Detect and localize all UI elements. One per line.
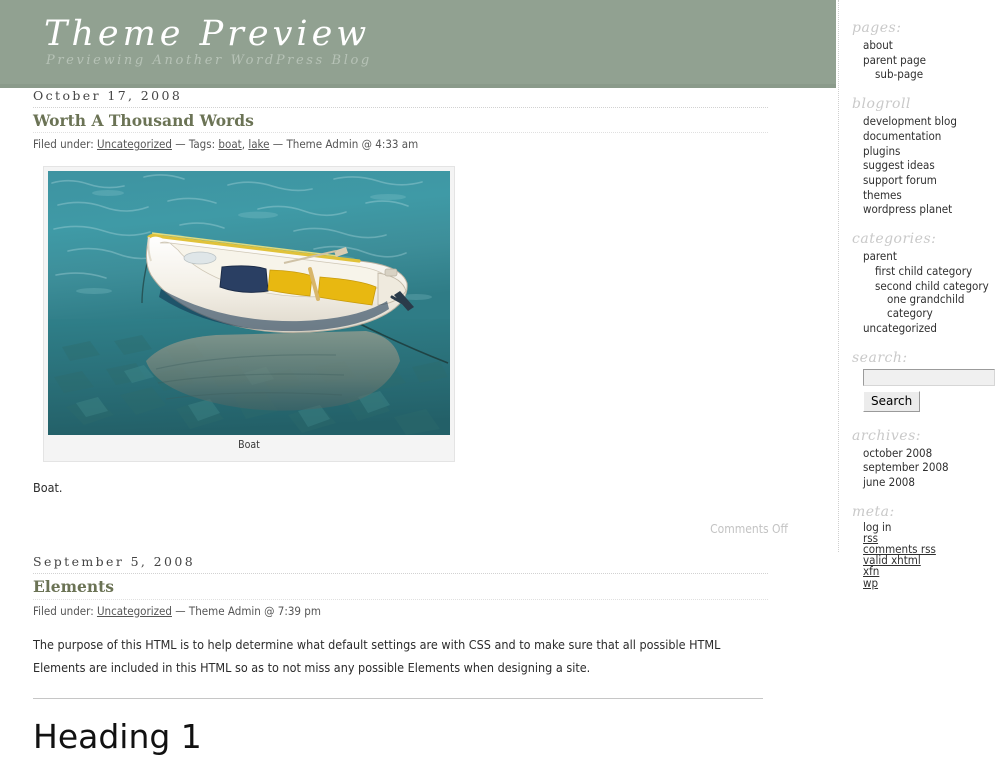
sidebar-heading-blogroll: blogroll (852, 96, 911, 113)
sidebar-link-october-2008[interactable]: october 2008 (863, 446, 932, 460)
list-item[interactable]: log in (863, 521, 1000, 533)
date-divider (33, 573, 768, 575)
sidebar-link-suggest-ideas[interactable]: suggest ideas (863, 158, 935, 172)
meta-separator-1: — (175, 603, 186, 618)
sidebar-link-first-child-category[interactable]: first child category (875, 264, 972, 278)
sidebar-link-documentation[interactable]: documentation (863, 129, 941, 143)
image-caption-text: Boat (238, 439, 260, 452)
list-item[interactable]: uncategorized (863, 321, 1000, 336)
list-item[interactable]: plugins (863, 144, 1000, 159)
date-divider (33, 107, 768, 108)
list-item[interactable]: valid xhtml (863, 554, 1000, 566)
list-item[interactable]: themes (863, 188, 1000, 203)
list-item[interactable]: wordpress planet (863, 202, 1000, 217)
sidebar-list-meta: log in rss comments rss valid xhtml xfn … (852, 521, 1000, 590)
sidebar-link-second-child-category[interactable]: second child category (875, 279, 989, 293)
sidebar-list-blogroll: development blog documentation plugins s… (852, 114, 1000, 217)
tags-label: Tags: (188, 137, 216, 152)
site-header: Theme Preview Previewing Another WordPre… (0, 0, 836, 88)
sidebar-list-categories: parent first child category second child… (852, 249, 1000, 335)
sidebar-link-support-forum[interactable]: support forum (863, 173, 937, 187)
sidebar-link-june-2008[interactable]: june 2008 (863, 475, 915, 489)
sidebar-link-themes[interactable]: themes (863, 188, 902, 202)
sidebar: pages: about parent page sub-page blogro… (838, 0, 1000, 588)
list-item[interactable]: documentation (863, 129, 1000, 144)
search-input[interactable] (863, 368, 995, 386)
list-item[interactable]: september 2008 (863, 460, 1000, 475)
site-description: Previewing Another WordPress Blog (46, 53, 372, 68)
sidebar-section-search: search: Search (839, 350, 1000, 412)
boat-photo-graphic (48, 171, 450, 436)
sidebar-heading-categories: categories: (852, 231, 937, 248)
list-item[interactable]: sub-page (863, 67, 1000, 82)
title-divider (33, 598, 768, 600)
post-date: September 5, 2008 (33, 554, 196, 570)
meta-separator-2: — (272, 137, 284, 152)
sidebar-list-archives: october 2008 september 2008 june 2008 (852, 446, 1000, 490)
category-link-uncategorized[interactable]: Uncategorized (97, 137, 172, 151)
site-title: Theme Preview (44, 14, 371, 54)
sidebar-link-plugins[interactable]: plugins (863, 144, 900, 158)
post-body: Boat. (33, 480, 63, 496)
tag-comma: , (241, 137, 246, 152)
sidebar-link-one-grandchild-category[interactable]: one grandchild category (887, 292, 964, 320)
post-title[interactable]: Worth A Thousand Words (33, 111, 833, 132)
post-elements: September 5, 2008 Elements Filed under: … (33, 554, 833, 756)
list-item[interactable]: one grandchild category (863, 292, 1000, 321)
sidebar-link-development-blog[interactable]: development blog (863, 114, 957, 128)
list-item[interactable]: parent (863, 249, 1000, 264)
list-item[interactable]: xfn (863, 566, 1000, 578)
sidebar-section-blogroll: blogroll development blog documentation … (839, 96, 1000, 217)
sidebar-heading-search: search: (852, 349, 908, 366)
list-item[interactable]: parent page (863, 53, 1000, 68)
post-title[interactable]: Elements (33, 577, 833, 598)
post-meta: Filed under: Uncategorized — Tags: boat,… (33, 136, 833, 152)
image-caption-box: Boat (43, 166, 455, 463)
list-item[interactable]: june 2008 (863, 475, 1000, 490)
heading-1: Heading 1 (33, 717, 202, 757)
post-author-time: Theme Admin @ 4:33 am (286, 137, 419, 152)
post-date: October 17, 2008 (33, 88, 183, 103)
sidebar-link-wp[interactable]: wp (863, 576, 878, 590)
list-item[interactable]: development blog (863, 114, 1000, 129)
list-item[interactable]: wp (863, 576, 1000, 590)
category-link-uncategorized[interactable]: Uncategorized (97, 604, 172, 618)
sidebar-section-archives: archives: october 2008 september 2008 ju… (839, 428, 1000, 490)
boat-photo[interactable] (48, 171, 450, 436)
tag-link-lake[interactable]: lake (248, 137, 269, 151)
meta-separator-1: — (175, 137, 186, 152)
title-divider (33, 132, 768, 134)
sidebar-link-uncategorized[interactable]: uncategorized (863, 321, 937, 335)
filed-under-label: Filed under: (33, 603, 94, 618)
sidebar-list-pages: about parent page sub-page (852, 38, 1000, 82)
sidebar-section-pages: pages: about parent page sub-page (839, 20, 1000, 82)
list-item[interactable]: suggest ideas (863, 158, 1000, 173)
sidebar-link-september-2008[interactable]: september 2008 (863, 460, 949, 474)
list-item[interactable]: first child category (863, 264, 1000, 279)
post-body: The purpose of this HTML is to help dete… (33, 636, 721, 676)
sidebar-heading-meta: meta: (852, 503, 895, 520)
list-item[interactable]: support forum (863, 173, 1000, 188)
sidebar-section-meta: meta: log in rss comments rss valid xhtm… (839, 504, 1000, 589)
sidebar-heading-archives: archives: (852, 427, 921, 444)
tag-link-boat[interactable]: boat (218, 137, 241, 151)
sidebar-link-wordpress-planet[interactable]: wordpress planet (863, 202, 952, 216)
list-item[interactable]: october 2008 (863, 446, 1000, 461)
sidebar-link-parent-page[interactable]: parent page (863, 53, 926, 67)
filed-under-label: Filed under: (33, 137, 94, 152)
post-meta: Filed under: Uncategorized — Theme Admin… (33, 603, 833, 619)
main-content: October 17, 2008 Worth A Thousand Words … (0, 88, 833, 756)
sidebar-link-sub-page[interactable]: sub-page (875, 67, 923, 81)
sidebar-section-categories: categories: parent first child category … (839, 231, 1000, 335)
sidebar-heading-pages: pages: (852, 20, 902, 36)
post-worth-a-thousand-words: October 17, 2008 Worth A Thousand Words … (33, 88, 833, 536)
post-author-time: Theme Admin @ 7:39 pm (188, 603, 321, 618)
list-item[interactable]: second child category (863, 279, 1000, 294)
sidebar-link-about[interactable]: about (863, 38, 893, 52)
section-divider (33, 698, 763, 700)
sidebar-link-parent[interactable]: parent (863, 249, 897, 263)
search-button[interactable]: Search (863, 390, 921, 412)
comments-status: Comments Off (710, 522, 788, 537)
list-item[interactable]: about (863, 38, 1000, 53)
